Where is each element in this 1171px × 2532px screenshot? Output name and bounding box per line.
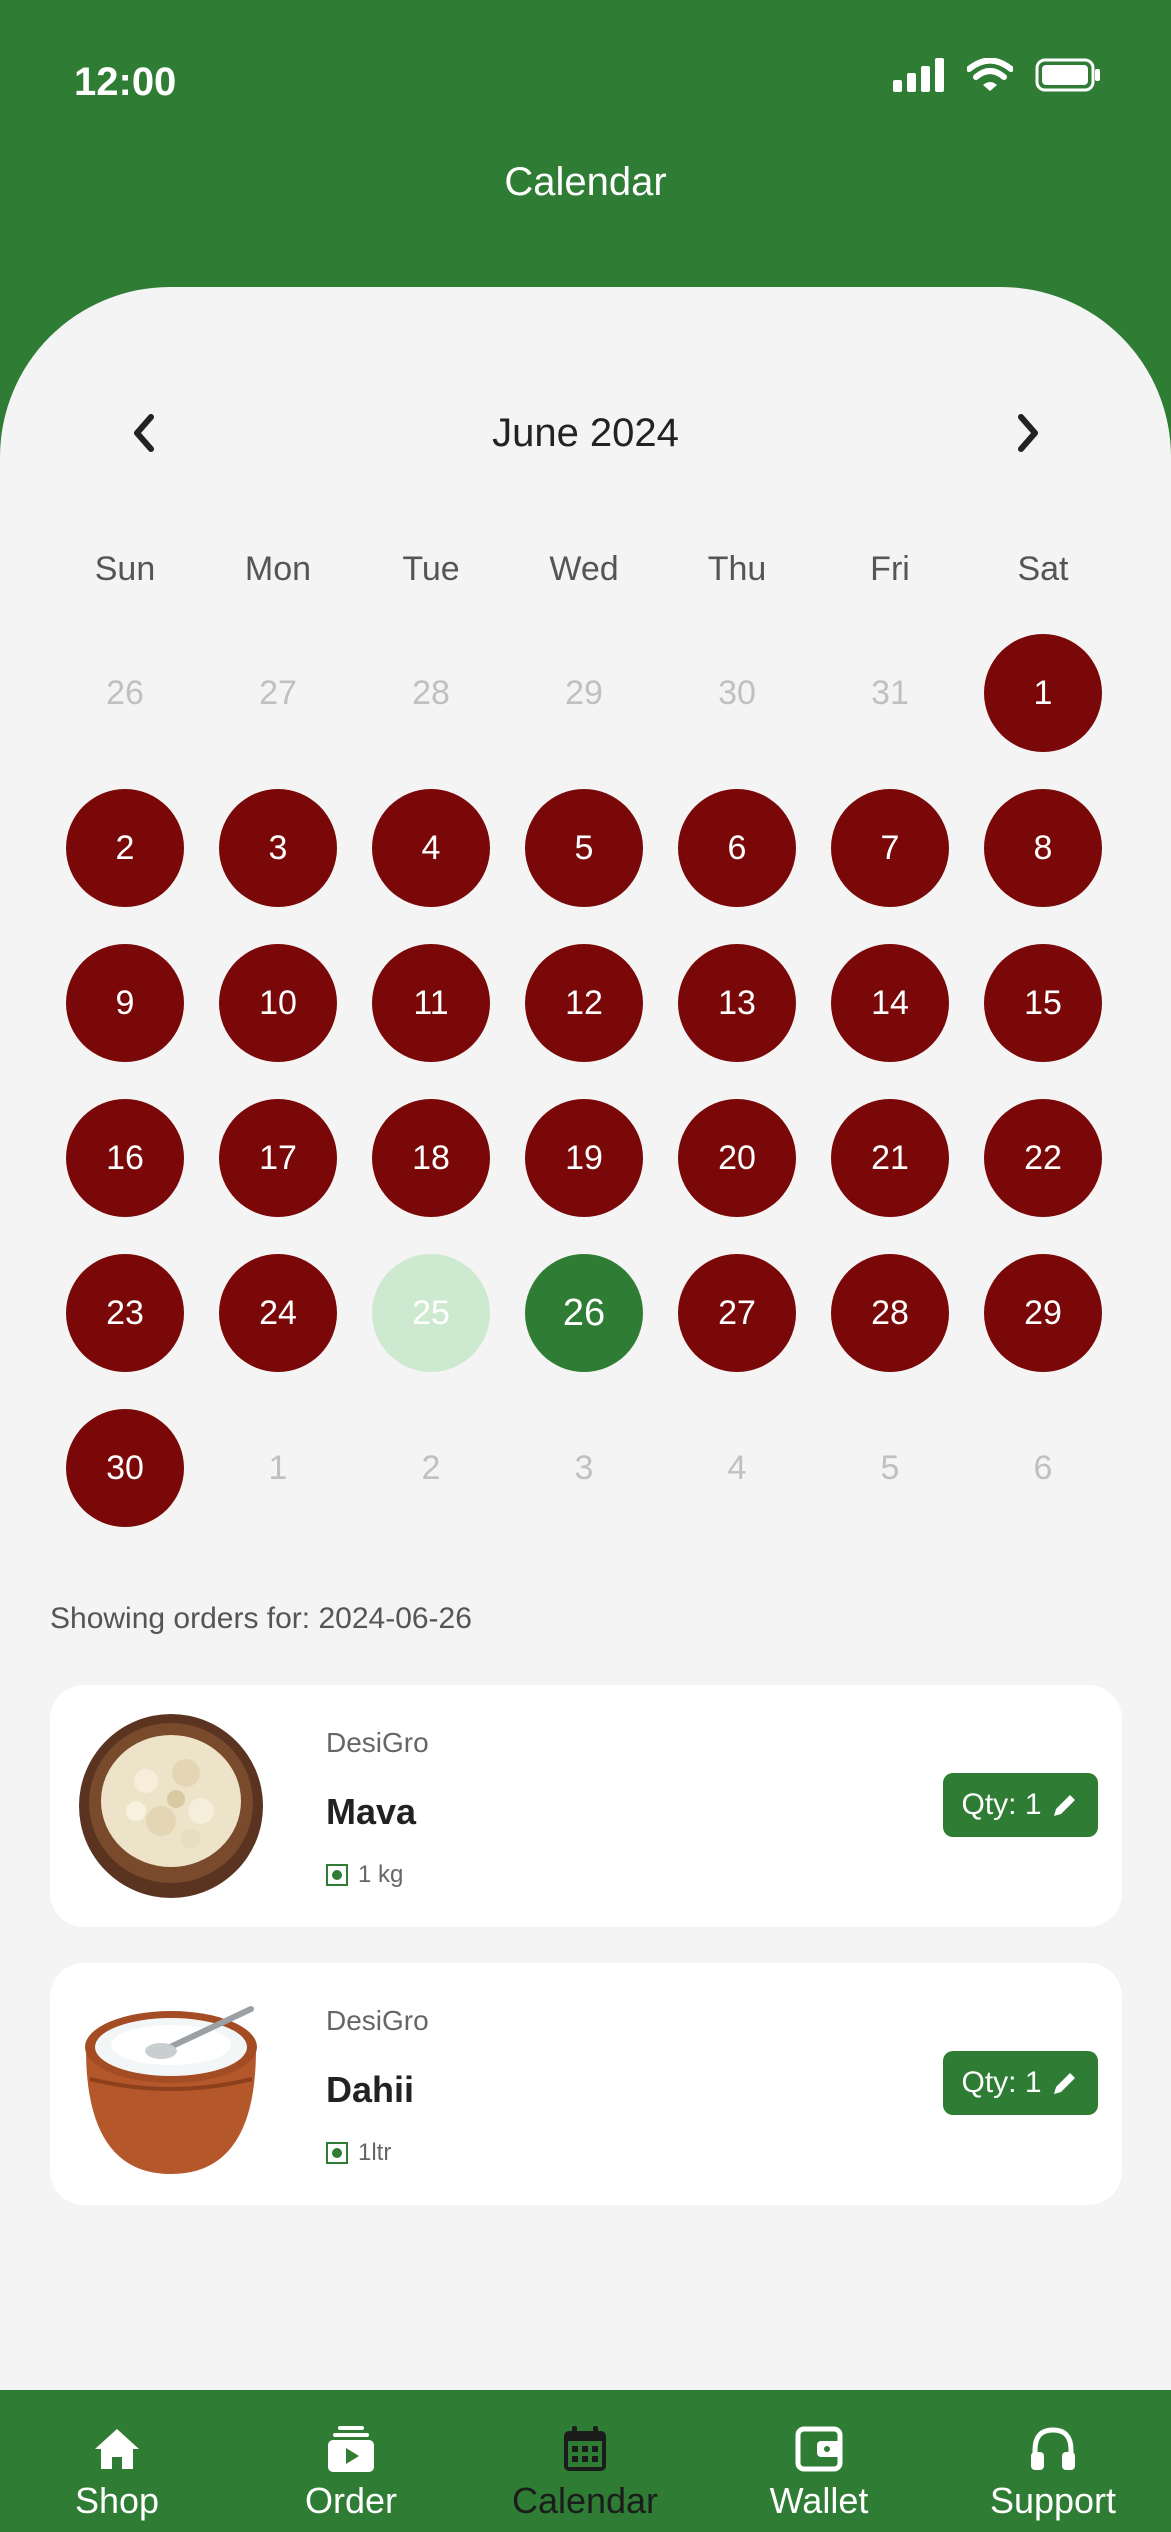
tab-label: Shop [74, 2480, 160, 2521]
calendar-day-outside-month: 28 [412, 673, 450, 712]
chevron-right-icon [1018, 414, 1038, 452]
calendar-day[interactable]: 17 [219, 1099, 337, 1217]
headphones-icon [1031, 2427, 1075, 2470]
calendar-day[interactable]: 9 [66, 944, 184, 1062]
edit-quantity-button[interactable]: Qty: 1 [943, 2051, 1098, 2115]
mava-bowl-image [79, 1714, 263, 1898]
status-icons [893, 58, 1101, 92]
calendar-day-outside-month: 5 [880, 1448, 900, 1487]
calendar-day[interactable]: 11 [372, 944, 490, 1062]
calendar-day[interactable]: 30 [66, 1409, 184, 1527]
calendar-day[interactable]: 15 [984, 944, 1102, 1062]
tab-calendar[interactable]: Calendar [468, 2390, 702, 2532]
calendar-day[interactable]: 23 [66, 1254, 184, 1372]
unit-label: 1 kg [358, 1861, 404, 1888]
calendar-day-outside-month: 26 [106, 673, 144, 712]
weekday-label: Fri [870, 550, 910, 588]
wallet-icon [795, 2426, 843, 2472]
calendar-day[interactable]: 26 [525, 1254, 643, 1372]
calendar-day-outside-month: 31 [871, 673, 909, 712]
status-time: 12:00 [74, 60, 177, 104]
home-icon [95, 2429, 139, 2469]
tab-wallet[interactable]: Wallet [702, 2390, 936, 2532]
tab-shop[interactable]: Shop [0, 2390, 234, 2532]
calendar-day[interactable]: 21 [831, 1099, 949, 1217]
calendar-sheet: June 2024 Sun Mon Tue Wed Thu Fri Sat 26… [0, 287, 1171, 2390]
weekday-label: Mon [244, 550, 312, 588]
calendar-day-outside-month: 3 [574, 1448, 594, 1487]
signal-icon [893, 58, 944, 92]
calendar-day[interactable]: 29 [984, 1254, 1102, 1372]
calendar-day-outside-month: 27 [259, 673, 297, 712]
calendar-day[interactable]: 14 [831, 944, 949, 1062]
calendar-day[interactable]: 5 [525, 789, 643, 907]
unit-label: 1ltr [358, 2139, 392, 2166]
order-card[interactable]: DesiGro Dahii 1ltr Qty: 1 [50, 1963, 1122, 2205]
page-title: Calendar [504, 160, 667, 204]
calendar-day[interactable]: 24 [219, 1254, 337, 1372]
tab-label: Order [304, 2480, 398, 2521]
weekday-label: Tue [402, 550, 460, 588]
calendar-day[interactable]: 4 [372, 789, 490, 907]
product-name: Dahii [326, 2069, 415, 2110]
product-unit: 1ltr [326, 2139, 391, 2167]
order-card[interactable]: DesiGro Mava 1 kg Qty: 1 [50, 1685, 1122, 1927]
order-icon [328, 2426, 374, 2472]
status-bar: 12:00 [0, 0, 1171, 150]
wifi-icon [967, 58, 1013, 91]
calendar-day[interactable]: 10 [219, 944, 337, 1062]
calendar-day[interactable]: 28 [831, 1254, 949, 1372]
calendar-day-outside-month: 2 [421, 1448, 441, 1487]
calendar-day-outside-month: 30 [718, 673, 756, 712]
calendar-day[interactable]: 22 [984, 1099, 1102, 1217]
pencil-icon [1053, 2073, 1075, 2094]
veg-indicator-icon [326, 1864, 348, 1886]
edit-quantity-button[interactable]: Qty: 1 [943, 1773, 1098, 1837]
calendar-day[interactable]: 1 [984, 634, 1102, 752]
month-header: June 2024 [0, 403, 1171, 463]
calendar-day[interactable]: 3 [219, 789, 337, 907]
weekday-label: Wed [549, 550, 619, 588]
curd-pot-image [85, 2006, 257, 2174]
calendar-day[interactable]: 8 [984, 789, 1102, 907]
weekday-label: Sat [1017, 550, 1069, 588]
tab-order[interactable]: Order [234, 2390, 468, 2532]
tab-label: Support [989, 2480, 1117, 2521]
calendar-day-outside-month: 1 [268, 1448, 288, 1487]
calendar-day[interactable]: 16 [66, 1099, 184, 1217]
quantity-label: Qty: 1 [961, 1788, 1042, 1821]
tab-label: Calendar [511, 2480, 659, 2521]
weekday-label: Thu [707, 550, 767, 588]
calendar-day[interactable]: 12 [525, 944, 643, 1062]
weekday-label: Sun [94, 550, 156, 588]
calendar-day[interactable]: 6 [678, 789, 796, 907]
calendar-day[interactable]: 13 [678, 944, 796, 1062]
calendar-icon [564, 2426, 606, 2471]
calendar-day-outside-month: 4 [727, 1448, 747, 1487]
product-name: Mava [326, 1791, 417, 1832]
quantity-label: Qty: 1 [961, 2066, 1042, 2099]
veg-indicator-icon [326, 2142, 348, 2164]
calendar-day[interactable]: 18 [372, 1099, 490, 1217]
showing-orders-text: Showing orders for: 2024-06-26 [50, 1602, 472, 1635]
calendar-day[interactable]: 19 [525, 1099, 643, 1217]
calendar-day[interactable]: 25 [372, 1254, 490, 1372]
calendar-day[interactable]: 27 [678, 1254, 796, 1372]
tab-support[interactable]: Support [936, 2390, 1170, 2532]
calendar-day-outside-month: 29 [565, 673, 603, 712]
bottom-tab-bar: Shop Order Calendar Wallet Support [0, 2390, 1171, 2532]
product-brand: DesiGro [326, 2005, 429, 2036]
tab-label: Wallet [769, 2480, 869, 2521]
calendar-day-outside-month: 6 [1033, 1448, 1053, 1487]
month-title: June 2024 [492, 411, 679, 455]
calendar-day[interactable]: 2 [66, 789, 184, 907]
next-month-button[interactable] [998, 403, 1058, 463]
product-brand: DesiGro [326, 1727, 429, 1758]
battery-icon [1035, 58, 1100, 92]
pencil-icon [1053, 1795, 1075, 1816]
calendar-day[interactable]: 20 [678, 1099, 796, 1217]
product-unit: 1 kg [326, 1861, 403, 1889]
calendar-day[interactable]: 7 [831, 789, 949, 907]
